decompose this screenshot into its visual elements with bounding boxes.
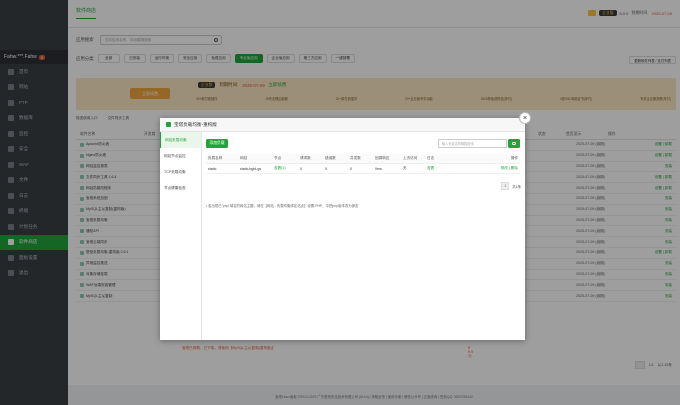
row-actions[interactable]: 修改 | 删除 bbox=[453, 166, 520, 171]
column-header: 网站 bbox=[240, 156, 248, 160]
cell-name: static bbox=[208, 166, 217, 171]
modal-tip: • 若出现已"php"域名的网站主题，请在【网站 - 负载均衡绑定站点】设置-P… bbox=[206, 204, 359, 208]
page-number-button[interactable]: 1 bbox=[501, 182, 510, 190]
column-header: 错误数 bbox=[325, 156, 336, 160]
load-balance-table: 负载名称 网站 节点 请求数 错误数 并发数 回源响应 上次访问 日志 操作 static sta… bbox=[206, 154, 520, 174]
modal-menu-item-1[interactable]: 网站节点监控 bbox=[160, 148, 201, 164]
column-header: 操作 bbox=[510, 156, 518, 160]
cell-concurrency: 0 bbox=[350, 166, 352, 171]
modal-title: 宝塔负载均衡-重构版 bbox=[174, 121, 217, 127]
modal-sidebar: 网站负载均衡 网站节点监控 TCP负载均衡 节点健康检查 bbox=[160, 132, 202, 340]
load-search-input[interactable]: 输入负载名称模糊查询 bbox=[438, 139, 507, 148]
column-header: 日志 bbox=[427, 156, 435, 160]
cell-site: static.bght.gs bbox=[240, 166, 262, 171]
column-header: 并发数 bbox=[350, 156, 361, 160]
column-header: 节点 bbox=[274, 156, 282, 160]
search-button[interactable] bbox=[508, 139, 520, 148]
cell-requests: 0 bbox=[300, 166, 302, 171]
column-header: 负载名称 bbox=[208, 156, 223, 160]
column-header: 回源响应 bbox=[375, 156, 390, 160]
cell-response: 0ms bbox=[375, 166, 382, 171]
add-load-balance-button[interactable]: 添加负载 bbox=[206, 139, 228, 148]
table-row: static static.bght.gs 查看(1) 0 0 0 0ms 无 … bbox=[206, 164, 520, 174]
modal-pager-total: 共1条 bbox=[512, 184, 521, 189]
plugin-icon bbox=[166, 122, 171, 127]
modal-menu-item-2[interactable]: TCP负载均衡 bbox=[160, 164, 201, 180]
column-header: 请求数 bbox=[300, 156, 311, 160]
modal-menu-item-0[interactable]: 网站负载均衡 bbox=[160, 132, 201, 148]
load-search-placeholder: 输入负载名称模糊查询 bbox=[442, 142, 474, 146]
column-header: 上次访问 bbox=[403, 156, 418, 160]
modal-menu-item-3[interactable]: 节点健康检查 bbox=[160, 180, 201, 196]
modal-body: 添加负载 输入负载名称模糊查询 负载名称 网站 节点 请求数 错误数 并发数 回源响应 上次访… bbox=[202, 132, 525, 340]
cell-last-access: 无 bbox=[403, 166, 407, 170]
plugin-modal: 宝塔负载均衡-重构版 × 网站负载均衡 网站节点监控 TCP负载均衡 节点健康检查 添… bbox=[160, 112, 531, 340]
close-icon[interactable]: × bbox=[519, 112, 531, 124]
modal-pager: 1 共1条 bbox=[501, 182, 521, 190]
cell-errors: 0 bbox=[325, 166, 327, 171]
view-log-link[interactable]: 查看 bbox=[427, 166, 453, 171]
modal-title-bar: 宝塔负载均衡-重构版 bbox=[160, 118, 525, 132]
view-nodes-link[interactable]: 查看(1) bbox=[274, 166, 300, 171]
search-icon bbox=[512, 141, 516, 146]
